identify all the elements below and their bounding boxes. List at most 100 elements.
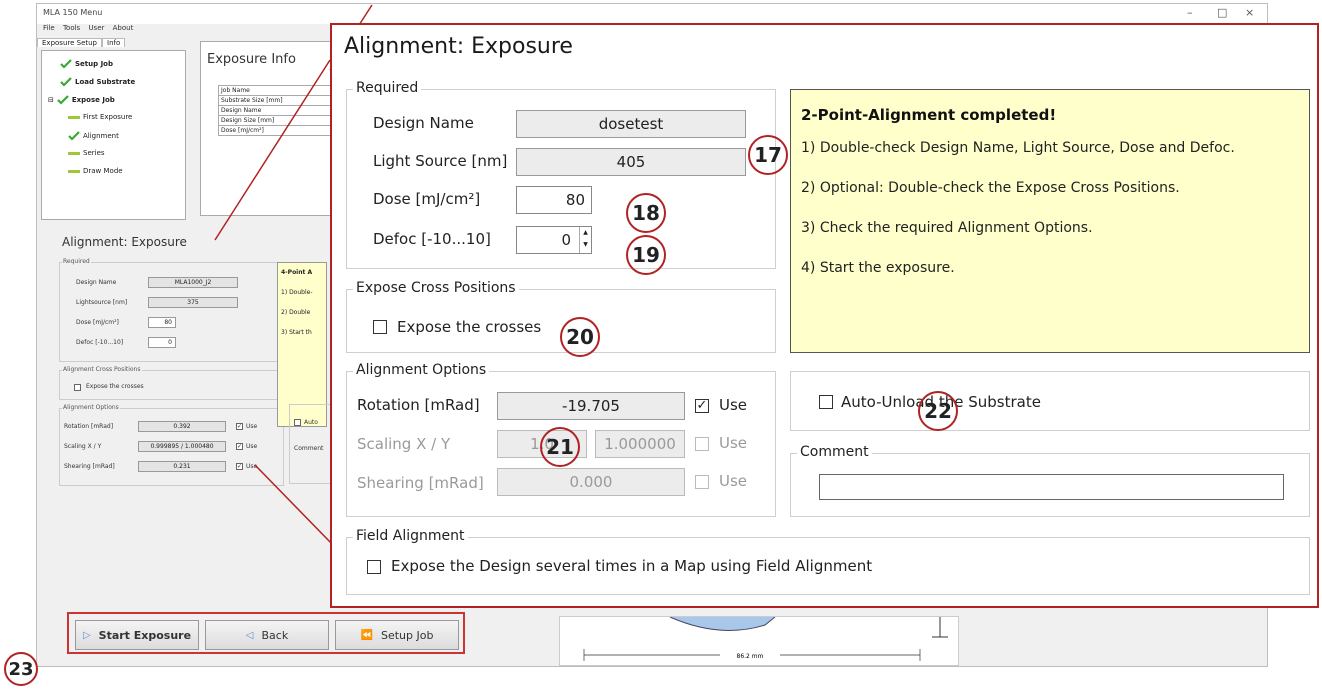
info-heading: 2-Point-Alignment completed! [801, 106, 1057, 124]
field-alignment-group: Field Alignment Expose the Design severa… [346, 528, 1310, 595]
tree-item-alignment[interactable]: Alignment [68, 131, 119, 141]
left-auto-comment-area: Auto Comment [289, 404, 333, 484]
expose-cross-label: Expose Cross Positions [353, 280, 519, 296]
info-step-3: 3) Check the required Alignment Options. [801, 220, 1093, 236]
tree-item-draw-mode[interactable]: Draw Mode [68, 167, 123, 175]
check-icon [57, 95, 69, 105]
alignment-exposure-dialog: Alignment: Exposure Required Design Name… [330, 23, 1319, 608]
left-auto-checkbox[interactable] [294, 419, 301, 426]
rotation-use-label: Use [719, 396, 748, 414]
callout-19: 19 [626, 235, 666, 275]
shearing-use-label: Use [719, 472, 748, 490]
exposure-info-title: Exposure Info [207, 52, 296, 67]
left-dose-input[interactable]: 80 [148, 317, 176, 328]
field-alignment-label: Field Alignment [353, 528, 468, 544]
dimension-label: 86.2 mm [737, 653, 764, 660]
light-source-label: Light Source [nm] [373, 152, 508, 170]
scaling-y-field: 1.000000 [595, 430, 685, 458]
dose-label: Dose [mJ/cm²] [373, 190, 481, 208]
maximize-icon[interactable]: □ [1217, 6, 1227, 19]
left-panel-title: Alignment: Exposure [62, 235, 187, 249]
design-name-field: dosetest [516, 110, 746, 138]
comment-label: Comment [797, 444, 872, 460]
auto-unload-checkbox[interactable] [819, 395, 833, 409]
tree-item-expose-job[interactable]: ⊟ Expose Job [48, 95, 115, 105]
pending-icon [68, 151, 80, 155]
tree-item-series[interactable]: Series [68, 149, 105, 157]
left-shearing-use-checkbox[interactable]: ✓ [236, 463, 243, 470]
dose-input[interactable]: 80 [516, 186, 592, 214]
title-bar: MLA 150 Menu – □ × [37, 4, 1267, 24]
tab-info[interactable]: Info [102, 38, 126, 47]
tree-item-first-exposure[interactable]: First Exposure [68, 113, 132, 121]
comment-input[interactable] [819, 474, 1284, 500]
design-name-label: Design Name [373, 114, 474, 132]
collapse-icon[interactable]: ⊟ [48, 96, 54, 104]
left-scaling-use-checkbox[interactable]: ✓ [236, 443, 243, 450]
left-cross-checkbox[interactable] [74, 384, 81, 391]
callout-23: 23 [4, 652, 38, 686]
callout-20: 20 [560, 317, 600, 357]
light-source-field: 405 [516, 148, 746, 176]
info-step-2: 2) Optional: Double-check the Expose Cro… [801, 180, 1180, 196]
shearing-use-checkbox[interactable] [695, 475, 709, 489]
chevron-left-icon: ◁ [245, 629, 254, 641]
left-rotation-use-checkbox[interactable]: ✓ [236, 423, 243, 430]
window-title: MLA 150 Menu [43, 8, 103, 17]
rotation-label: Rotation [mRad] [357, 396, 480, 414]
menu-tools[interactable]: Tools [63, 24, 80, 32]
left-design-name-value: MLA1000_J2 [148, 277, 238, 288]
field-alignment-checkbox-label: Expose the Design several times in a Map… [391, 557, 873, 575]
alignment-options-label: Alignment Options [353, 362, 490, 378]
required-label: Required [353, 80, 422, 96]
setup-job-button[interactable]: ⏪ Setup Job [335, 620, 459, 650]
check-icon [60, 59, 72, 69]
tab-exposure-setup[interactable]: Exposure Setup [37, 38, 103, 47]
tree-item-load-substrate[interactable]: Load Substrate [60, 77, 135, 87]
tab-strip: Exposure Setup Info [37, 38, 126, 50]
left-required-group: Required Design Name MLA1000_J2 Lightsou… [59, 258, 284, 362]
defoc-label: Defoc [-10...10] [373, 230, 491, 248]
expose-crosses-checkbox[interactable] [373, 320, 387, 334]
close-icon[interactable]: × [1245, 6, 1254, 19]
back-button[interactable]: ◁ Back [205, 620, 329, 650]
comment-group: Comment [790, 444, 1310, 517]
pending-icon [68, 169, 80, 173]
info-step-4: 4) Start the exposure. [801, 260, 955, 276]
rewind-icon: ⏪ [360, 629, 373, 641]
auto-unload-group: Auto-Unload the Substrate [790, 371, 1310, 431]
rotation-use-checkbox[interactable]: ✓ [695, 399, 709, 413]
left-defoc-input[interactable]: 0 [148, 337, 176, 348]
expose-crosses-label: Expose the crosses [397, 318, 542, 336]
dialog-title: Alignment: Exposure [344, 34, 573, 59]
menu-user[interactable]: User [88, 24, 104, 32]
callout-18: 18 [626, 193, 666, 233]
left-info-box: 4-Point A 1) Double- 2) Double 3) Start … [277, 262, 327, 427]
tree-item-setup-job[interactable]: Setup Job [60, 59, 113, 69]
left-light-source-value: 375 [148, 297, 238, 308]
left-options-group: Alignment Options Rotation [mRad] 0.392 … [59, 404, 284, 486]
pending-icon [68, 115, 80, 119]
substrate-preview: 86.2 mm [559, 616, 959, 666]
left-cross-group: Alignment Cross Positions Expose the cro… [59, 366, 284, 400]
callout-22: 22 [918, 391, 958, 431]
scaling-use-label: Use [719, 434, 748, 452]
info-step-1: 1) Double-check Design Name, Light Sourc… [801, 140, 1235, 156]
check-icon [60, 77, 72, 87]
menu-about[interactable]: About [113, 24, 134, 32]
callout-21: 21 [540, 427, 580, 467]
required-group: Required Design Name dosetest Light Sour… [346, 80, 776, 269]
workflow-tree: Setup Job Load Substrate ⊟ Expose Job Fi… [41, 50, 186, 220]
shearing-label: Shearing [mRad] [357, 474, 484, 492]
field-alignment-checkbox[interactable] [367, 560, 381, 574]
scaling-label: Scaling X / Y [357, 435, 451, 453]
check-icon [68, 131, 80, 141]
start-exposure-button[interactable]: ▷ Start Exposure [75, 620, 199, 650]
scaling-use-checkbox[interactable] [695, 437, 709, 451]
rotation-field: -19.705 [497, 392, 685, 420]
defoc-spinner[interactable]: ▲ ▼ [579, 227, 591, 253]
bottom-button-bar: ▷ Start Exposure ◁ Back ⏪ Setup Job [67, 612, 465, 654]
minimize-icon[interactable]: – [1187, 6, 1193, 19]
alignment-info-box: 2-Point-Alignment completed! 1) Double-c… [790, 89, 1310, 353]
menu-file[interactable]: File [43, 24, 55, 32]
